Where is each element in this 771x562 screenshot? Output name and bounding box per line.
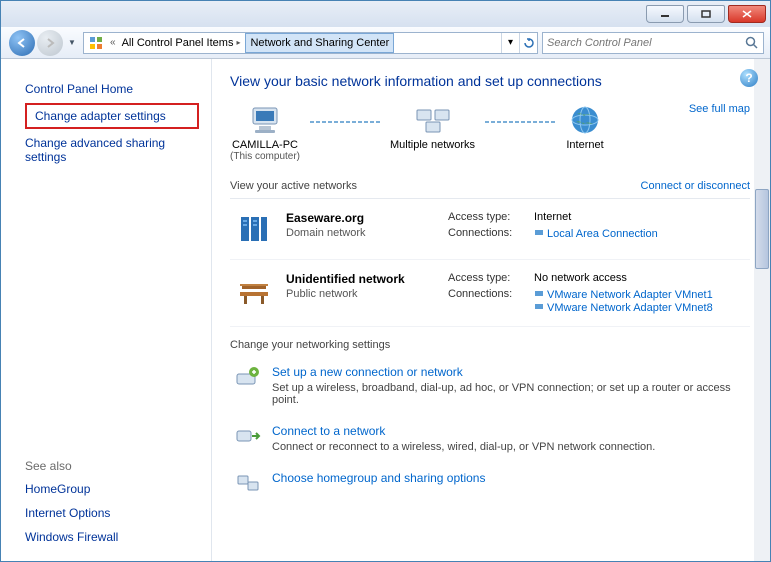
access-type-value: Internet bbox=[534, 211, 746, 223]
minimize-button[interactable] bbox=[646, 5, 684, 23]
control-panel-icon bbox=[87, 34, 105, 52]
new-connection-icon bbox=[234, 365, 262, 389]
access-type-label: Access type: bbox=[448, 272, 528, 284]
network-entry: Easeware.org Domain network Access type:… bbox=[230, 199, 750, 260]
forward-button[interactable] bbox=[37, 30, 63, 56]
see-full-map-link[interactable]: See full map bbox=[689, 103, 750, 115]
globe-icon bbox=[565, 103, 605, 137]
connections-label: Connections: bbox=[448, 288, 528, 314]
navbar: ▼ « All Control Panel Items▸ Network and… bbox=[1, 27, 770, 59]
domain-network-icon bbox=[234, 211, 274, 247]
network-type: Domain network bbox=[286, 227, 436, 239]
setting-item: Set up a new connection or network Set u… bbox=[230, 359, 750, 418]
sidebar: Control Panel Home Change adapter settin… bbox=[1, 59, 211, 561]
sidebar-home[interactable]: Control Panel Home bbox=[25, 77, 199, 101]
main-panel: ? View your basic network information an… bbox=[211, 59, 770, 561]
node-internet: Internet bbox=[565, 103, 605, 151]
network-entry: Unidentified network Public network Acce… bbox=[230, 260, 750, 327]
access-type-value: No network access bbox=[534, 272, 746, 284]
network-type: Public network bbox=[286, 288, 436, 300]
maximize-button[interactable] bbox=[687, 5, 725, 23]
homegroup-icon bbox=[234, 471, 262, 495]
connection-link[interactable]: VMware Network Adapter VMnet1 bbox=[547, 289, 713, 301]
titlebar bbox=[1, 1, 770, 27]
node-this-pc: CAMILLA-PC (This computer) bbox=[230, 103, 300, 162]
scrollbar-thumb[interactable] bbox=[755, 189, 769, 269]
network-link bbox=[485, 121, 555, 123]
highlight-box: Change adapter settings bbox=[25, 103, 199, 129]
page-title: View your basic network information and … bbox=[230, 73, 750, 89]
close-button[interactable] bbox=[728, 5, 766, 23]
history-dropdown[interactable]: ▼ bbox=[65, 33, 79, 53]
connect-network-icon bbox=[234, 424, 262, 448]
see-also-header: See also bbox=[25, 453, 199, 477]
adapter-icon bbox=[534, 227, 544, 237]
networking-settings: Change your networking settings Set up a… bbox=[230, 335, 750, 507]
back-button[interactable] bbox=[9, 30, 35, 56]
sidebar-firewall[interactable]: Windows Firewall bbox=[25, 525, 199, 549]
setting-desc: Connect or reconnect to a wireless, wire… bbox=[272, 441, 655, 453]
node-multi-networks: Multiple networks bbox=[390, 103, 475, 151]
sidebar-change-advanced[interactable]: Change advanced sharing settings bbox=[25, 131, 199, 169]
network-link bbox=[310, 121, 380, 123]
search-box[interactable] bbox=[542, 32, 764, 54]
address-bar[interactable]: « All Control Panel Items▸ Network and S… bbox=[83, 32, 538, 54]
help-icon[interactable]: ? bbox=[740, 69, 758, 87]
search-icon bbox=[745, 36, 759, 50]
connect-disconnect-link[interactable]: Connect or disconnect bbox=[641, 180, 750, 192]
connections-label: Connections: bbox=[448, 227, 528, 240]
connect-network-link[interactable]: Connect to a network bbox=[272, 424, 385, 438]
connection-link[interactable]: VMware Network Adapter VMnet8 bbox=[547, 302, 713, 314]
sidebar-change-adapter[interactable]: Change adapter settings bbox=[35, 109, 189, 123]
sidebar-internet-options[interactable]: Internet Options bbox=[25, 501, 199, 525]
breadcrumb-all-items[interactable]: All Control Panel Items▸ bbox=[118, 33, 246, 53]
search-input[interactable] bbox=[547, 37, 745, 49]
window: ▼ « All Control Panel Items▸ Network and… bbox=[0, 0, 771, 562]
public-network-icon bbox=[234, 272, 274, 308]
settings-header: Change your networking settings bbox=[230, 335, 750, 359]
breadcrumb-network-sharing[interactable]: Network and Sharing Center bbox=[245, 33, 394, 53]
setting-item: Choose homegroup and sharing options bbox=[230, 465, 750, 507]
homegroup-sharing-link[interactable]: Choose homegroup and sharing options bbox=[272, 471, 485, 485]
chevron-right-icon: ▸ bbox=[236, 38, 240, 47]
setting-item: Connect to a network Connect or reconnec… bbox=[230, 418, 750, 465]
address-dropdown[interactable]: ▾ bbox=[501, 33, 519, 53]
adapter-icon bbox=[534, 301, 544, 311]
sidebar-homegroup[interactable]: HomeGroup bbox=[25, 477, 199, 501]
access-type-label: Access type: bbox=[448, 211, 528, 223]
setting-desc: Set up a wireless, broadband, dial-up, a… bbox=[272, 382, 746, 406]
networks-icon bbox=[413, 103, 453, 137]
network-name: Unidentified network bbox=[286, 272, 436, 286]
computer-icon bbox=[245, 103, 285, 137]
breadcrumb-overflow[interactable]: « bbox=[108, 37, 118, 48]
refresh-button[interactable] bbox=[519, 33, 537, 53]
network-name: Easeware.org bbox=[286, 211, 436, 225]
scrollbar-track[interactable] bbox=[754, 59, 770, 561]
active-networks-header: View your active networks Connect or dis… bbox=[230, 174, 750, 199]
connection-link[interactable]: Local Area Connection bbox=[547, 228, 658, 240]
setup-connection-link[interactable]: Set up a new connection or network bbox=[272, 365, 463, 379]
network-diagram: CAMILLA-PC (This computer) Multiple netw… bbox=[230, 103, 750, 162]
adapter-icon bbox=[534, 288, 544, 298]
